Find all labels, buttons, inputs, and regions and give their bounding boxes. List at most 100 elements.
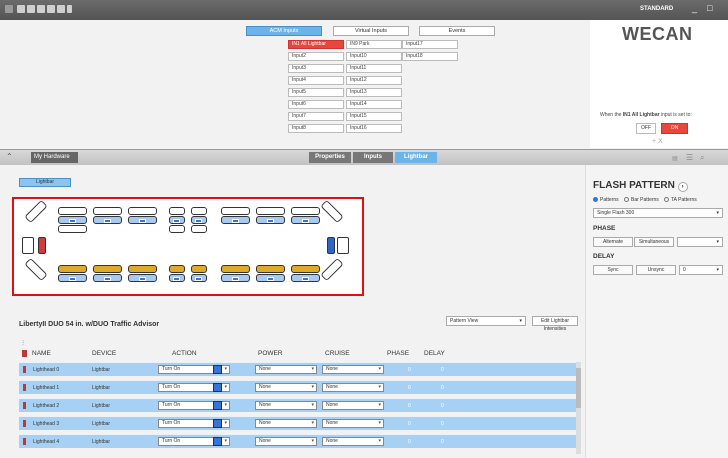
lighthead-center[interactable] xyxy=(191,265,207,273)
cruise-select[interactable]: None xyxy=(322,437,384,446)
lighthead-top[interactable] xyxy=(93,207,122,215)
input-button[interactable]: Input5 xyxy=(288,88,344,97)
power-select[interactable]: None xyxy=(255,383,317,392)
info-icon[interactable] xyxy=(67,5,72,13)
on-button[interactable]: ON xyxy=(661,123,688,134)
tab-lightbar[interactable]: Lightbar xyxy=(395,152,437,163)
col-phase[interactable]: PHASE xyxy=(387,350,409,357)
lighthead-top[interactable] xyxy=(291,216,320,224)
flash-square-icon[interactable] xyxy=(213,419,222,428)
lighthead-bottom[interactable] xyxy=(256,274,285,282)
input-button[interactable]: Input6 xyxy=(288,100,344,109)
radio-bar-patterns[interactable]: Bar Patterns xyxy=(624,197,659,203)
side-light-right[interactable] xyxy=(337,237,349,254)
power-select[interactable]: None xyxy=(255,401,317,410)
lighthead-top[interactable] xyxy=(291,207,320,215)
cruise-select[interactable]: None xyxy=(322,365,384,374)
lighthead-center[interactable] xyxy=(191,207,207,215)
flash-square-icon[interactable] xyxy=(213,383,222,392)
alternate-button[interactable]: Alternate xyxy=(593,237,633,247)
lighthead-top[interactable] xyxy=(221,207,250,215)
tab-properties[interactable]: Properties xyxy=(309,152,351,163)
lighthead-center[interactable] xyxy=(169,265,185,273)
radio-ta-patterns[interactable]: TA Patterns xyxy=(664,197,697,203)
lighthead-center[interactable] xyxy=(191,274,207,282)
cruise-select[interactable]: None xyxy=(322,401,384,410)
power-select[interactable]: None xyxy=(255,365,317,374)
lighthead-bottom[interactable] xyxy=(128,274,157,282)
radio-patterns[interactable]: Patterns xyxy=(593,197,619,203)
col-device[interactable]: DEVICE xyxy=(92,350,116,357)
view-select[interactable]: Pattern View ▾ xyxy=(446,316,526,326)
lighthead-bottom[interactable] xyxy=(58,265,87,273)
list-icon[interactable]: ☰ xyxy=(686,153,693,162)
sync-button[interactable]: Sync xyxy=(593,265,633,275)
lighthead-bottom[interactable] xyxy=(93,265,122,273)
col-action[interactable]: ACTION xyxy=(172,350,197,357)
off-button[interactable]: OFF xyxy=(636,123,656,134)
open-folder-icon[interactable] xyxy=(27,5,35,13)
lighthead-top[interactable] xyxy=(221,216,250,224)
edit-intensities-button[interactable]: Edit Lightbar Intensities xyxy=(532,316,578,332)
lighthead-top[interactable] xyxy=(128,207,157,215)
flash-square-icon[interactable] xyxy=(213,437,222,446)
col-power[interactable]: POWER xyxy=(258,350,283,357)
scroll-thumb[interactable] xyxy=(576,368,581,408)
input-button[interactable]: IN9 Park xyxy=(346,40,402,49)
input-button[interactable]: Input10 xyxy=(346,52,402,61)
minimize-button[interactable]: _ xyxy=(692,3,697,13)
zoom-icon[interactable]: ⌕ xyxy=(700,153,704,163)
col-name[interactable]: NAME xyxy=(32,350,51,357)
table-scrollbar[interactable] xyxy=(576,362,581,454)
pattern-select[interactable]: Single Flash 300 ▾ xyxy=(593,208,723,218)
unsync-button[interactable]: Unsync xyxy=(636,265,676,275)
restore-button[interactable]: □ xyxy=(707,3,712,13)
input-button[interactable]: Input18 xyxy=(402,52,458,61)
tab-events[interactable]: Events xyxy=(419,26,495,36)
input-button[interactable]: IN1 All Lightbar xyxy=(288,40,344,49)
table-row[interactable]: Lighthead 2 Lightbar Turn On None None 0 0 xyxy=(19,398,576,412)
lighthead-bottom[interactable] xyxy=(93,274,122,282)
phase-select[interactable]: ▾ xyxy=(677,237,723,247)
help-icon[interactable]: › xyxy=(677,182,688,192)
flash-square-icon[interactable] xyxy=(213,401,222,410)
col-cruise[interactable]: CRUISE xyxy=(325,350,350,357)
input-button[interactable]: Input7 xyxy=(288,112,344,121)
simultaneous-button[interactable]: Simultaneous xyxy=(634,237,674,247)
input-button[interactable]: Input13 xyxy=(346,88,402,97)
table-row[interactable]: Lighthead 1 Lightbar Turn On None None 0 0 xyxy=(19,380,576,394)
lighthead-top[interactable] xyxy=(93,216,122,224)
flash-square-icon[interactable] xyxy=(213,365,222,374)
power-select[interactable]: None xyxy=(255,437,317,446)
input-button[interactable]: Input15 xyxy=(346,112,402,121)
side-light-left-red[interactable] xyxy=(38,237,46,254)
input-button[interactable]: Input12 xyxy=(346,76,402,85)
lighthead-top[interactable] xyxy=(128,216,157,224)
lighthead-bottom[interactable] xyxy=(291,265,320,273)
input-button[interactable]: Input2 xyxy=(288,52,344,61)
input-button[interactable]: Input11 xyxy=(346,64,402,73)
lighthead-top[interactable] xyxy=(58,225,87,233)
lighthead-center[interactable] xyxy=(169,216,185,224)
collapse-icon[interactable]: ⌃ xyxy=(6,152,13,161)
lighthead-center[interactable] xyxy=(169,225,185,233)
lightbar-device-chip[interactable]: Lightbar xyxy=(19,178,71,187)
corner-light[interactable] xyxy=(24,257,48,282)
grid-icon[interactable]: ▤ xyxy=(672,155,678,162)
lighthead-bottom[interactable] xyxy=(221,265,250,273)
lighthead-top[interactable] xyxy=(58,207,87,215)
save-icon[interactable] xyxy=(37,5,45,13)
cruise-select[interactable]: None xyxy=(322,383,384,392)
lighthead-center[interactable] xyxy=(191,216,207,224)
delay-select[interactable]: 0 ▾ xyxy=(679,265,723,275)
input-button[interactable]: Input3 xyxy=(288,64,344,73)
lighthead-center[interactable] xyxy=(191,225,207,233)
lighthead-center[interactable] xyxy=(169,274,185,282)
upload-icon[interactable] xyxy=(47,5,55,13)
lighthead-bottom[interactable] xyxy=(128,265,157,273)
more-icon[interactable]: ⁝ xyxy=(22,339,24,347)
my-hardware-tab[interactable]: My Hardware xyxy=(31,152,78,163)
tab-inputs[interactable]: Inputs xyxy=(353,152,393,163)
new-file-icon[interactable] xyxy=(17,5,25,13)
lighthead-top[interactable] xyxy=(256,216,285,224)
